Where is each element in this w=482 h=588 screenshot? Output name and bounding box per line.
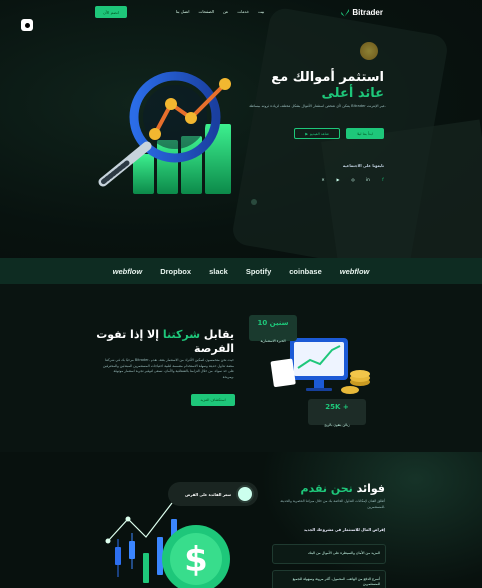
site-logo[interactable]: Bitrader [341,8,383,17]
about-description: مرحبًا بك في شركتنا Bitrader، حيث نحن مت… [102,358,234,379]
watch-video-button[interactable]: ▶ شاهد الفيديو [294,128,340,139]
slider-dots [251,199,257,205]
play-icon: ▶ [305,131,308,136]
svg-text:$: $ [184,540,208,580]
hero-title: استثمر أموالك مع عائد أعلى [271,70,384,102]
join-now-button[interactable]: انضم الآن [95,6,127,18]
benefits-description: أطلق العنان لإمكانات التداول الخاصة بك م… [280,499,385,509]
partner-logo: Spotify [245,266,272,276]
benefits-title-highlight: نحن نقدم [300,482,357,495]
coin-decoration [360,42,378,60]
explore-more-button[interactable]: استكشاف المزيد [191,394,235,406]
growth-chart-illustration [98,71,231,194]
facebook-icon[interactable]: f [380,177,386,182]
benefit-item[interactable]: أسرع الدفع من الهاتف، المحمول، أكثر مرون… [272,570,386,588]
about-title-part: إلا إذا تفوت [96,328,163,341]
about-title: يقابل شركتنا إلا إذا تفوت الفرصة [96,328,234,356]
interest-rate-label: سعر الفائدة على القرض [185,491,231,497]
follow-label: تابعونا على الاجتماعية [342,163,384,168]
hero-title-line1: استثمر أموالك مع [271,70,384,85]
experience-value: 10 سنين [257,319,289,327]
theme-toggle-button[interactable] [21,19,33,31]
instagram-icon[interactable]: ◎ [350,177,356,182]
toggle-icon [24,22,30,28]
partner-logo: coinbase [289,266,322,276]
linkedin-icon[interactable]: in [365,177,371,182]
nav-item-pages[interactable]: الصفحات [199,9,214,14]
benefits-section: فوائد نحن نقدم أطلق العنان لإمكانات التد… [0,452,482,588]
nav-item-contact[interactable]: اتصل بنا [176,9,190,14]
get-started-button[interactable]: ابدأ بما ليلا [346,128,384,139]
about-title-line2: الفرصة [194,342,234,355]
nav-item-home[interactable]: بيت [258,9,264,14]
benefits-title-part: فوائد [356,482,385,495]
social-links: f in ◎ ▶ ✕ [320,177,386,182]
interest-rate-pill: سعر الفائدة على القرض [168,482,258,506]
nav-item-about[interactable]: عن [223,9,228,14]
partner-logo: slack [209,266,228,276]
background-glow [260,452,482,588]
hero-description: يمكن لأي شخص استثمار الأموال بشكل مختلف … [249,104,386,108]
about-title-part: يقابل [200,328,234,341]
logo-icon [341,8,350,17]
benefits-subtitle: إقراض المال للاستثمار في مشروعك الجديد [303,527,385,532]
logo-text: Bitrader [352,8,383,17]
about-section: يقابل شركتنا إلا إذا تفوت الفرصة مرحبًا … [0,284,482,452]
benefit-item[interactable]: المزيد من الأمان والسيطرة على الأموال من… [272,544,386,564]
partner-logo: webflow [112,266,143,276]
hero-section: انضم الآن بيت خدمات عن الصفحات اتصل بنا … [0,0,482,258]
hero-title-line2: عائد أعلى [321,86,384,101]
dollar-chart-illustration: $ [105,502,230,588]
experience-badge: 10 سنين الخبرة الاستثمارية [249,315,297,343]
twitter-icon[interactable]: ✕ [320,177,326,182]
main-nav: بيت خدمات عن الصفحات اتصل بنا [176,9,264,14]
partner-logo: Dropbox [160,266,192,276]
watch-video-label: شاهد الفيديو [309,131,329,136]
experience-label: الخبرة الاستثمارية [260,339,286,343]
nav-item-services[interactable]: خدمات [237,9,249,14]
partner-logo: webflow [339,266,370,276]
clients-label: زبائن يثقون بالربح [324,423,350,427]
partner-logos: webflow Dropbox slack Spotify coinbase w… [0,258,482,284]
clients-badge: 25K + زبائن يثقون بالربح [308,399,366,427]
youtube-icon[interactable]: ▶ [335,177,341,182]
clients-value: 25K + [325,403,349,411]
background-shape [321,119,482,258]
benefits-title: فوائد نحن نقدم [301,482,385,495]
avatar [236,485,254,503]
about-title-highlight: شركتنا [162,328,201,341]
